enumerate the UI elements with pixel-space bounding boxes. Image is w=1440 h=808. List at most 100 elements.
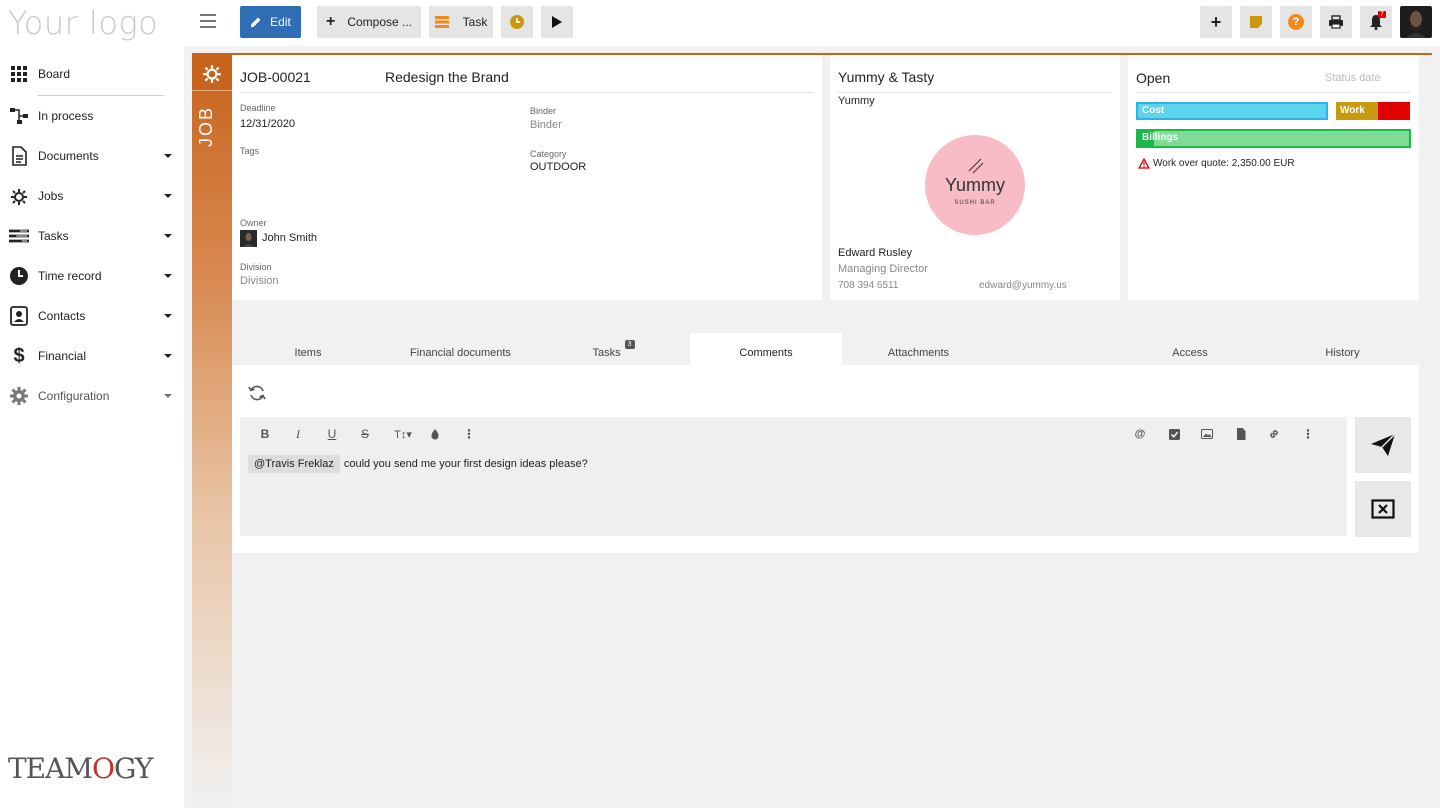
contact-name[interactable]: Edward Rusley — [838, 247, 912, 259]
comment-text-area[interactable]: @Travis Freklaz could you send me your f… — [248, 455, 588, 473]
print-button[interactable] — [1320, 6, 1352, 38]
sidebar-item-jobs[interactable]: Jobs — [0, 178, 184, 214]
tab-items[interactable]: Items — [232, 333, 384, 365]
tab-financial-documents[interactable]: Financial documents — [384, 333, 537, 365]
sidebar-item-tasks[interactable]: Tasks — [0, 218, 184, 254]
tasks-icon — [9, 226, 29, 246]
owner-label: Owner — [240, 218, 267, 228]
edit-button[interactable]: Edit — [240, 6, 301, 38]
client-panel: Yummy & Tasty Yummy Yummy SUSHI BAR Edwa… — [830, 55, 1120, 300]
timer-button[interactable] — [501, 6, 533, 38]
sidebar-item-label: Financial — [38, 349, 87, 363]
category-value[interactable]: OUTDOOR — [530, 161, 586, 173]
chevron-down-icon — [164, 394, 172, 398]
sidebar-item-label: In process — [38, 109, 94, 123]
compose-button[interactable]: + Compose ... — [317, 6, 421, 38]
notifications-button[interactable]: 7 — [1360, 6, 1392, 38]
sidebar-item-time-record[interactable]: Time record — [0, 258, 184, 294]
send-icon — [1371, 433, 1396, 456]
dollar-icon: $ — [13, 344, 25, 367]
checkbox-icon[interactable] — [1165, 425, 1183, 443]
divider — [38, 95, 164, 96]
tab-tasks[interactable]: Tasks 3 — [537, 333, 690, 365]
send-button[interactable] — [1355, 417, 1411, 473]
work-bar: Work — [1336, 102, 1410, 120]
jobs-icon — [192, 55, 232, 91]
tab-attachments[interactable]: Attachments — [842, 333, 995, 365]
document-icon — [9, 146, 29, 166]
notes-button[interactable] — [1240, 6, 1272, 38]
link-icon[interactable] — [1265, 425, 1283, 443]
divider — [838, 92, 1112, 93]
chevron-down-icon — [164, 194, 172, 198]
tab-comments[interactable]: Comments — [690, 333, 842, 365]
tasks-count-badge: 3 — [624, 340, 635, 349]
tab-label: History — [1325, 347, 1360, 359]
tab-access[interactable]: Access — [1114, 333, 1266, 365]
client-name[interactable]: Yummy & Tasty — [838, 69, 934, 85]
deadline-value[interactable]: 12/31/2020 — [240, 118, 295, 130]
task-button-label: Task — [462, 15, 488, 29]
italic-icon[interactable]: I — [289, 425, 307, 443]
bold-icon[interactable]: B — [256, 425, 274, 443]
grid-icon — [9, 64, 29, 84]
job-title: Redesign the Brand — [385, 69, 509, 85]
tab-label: Comments — [739, 347, 793, 359]
add-button[interactable]: + — [1200, 6, 1232, 38]
binder-field[interactable]: Binder — [530, 119, 562, 131]
underline-icon[interactable]: U — [323, 425, 341, 443]
chevron-down-icon — [164, 154, 172, 158]
binder-label: Binder — [530, 106, 557, 116]
division-field[interactable]: Division — [240, 275, 279, 287]
user-avatar[interactable] — [1400, 6, 1432, 38]
contact-card-icon — [9, 306, 29, 326]
help-button[interactable]: ? — [1280, 6, 1312, 38]
clock-icon — [9, 266, 29, 286]
more-vertical-icon[interactable]: ⋮ — [460, 425, 478, 443]
app-logo[interactable]: Your logo — [8, 4, 158, 42]
plus-icon: + — [325, 13, 336, 30]
task-button[interactable]: Task — [429, 6, 493, 38]
main-content: JOB JOB-00021 Redesign the Brand Deadlin… — [184, 46, 1440, 808]
mention-chip[interactable]: @Travis Freklaz — [248, 455, 340, 473]
sidebar-item-configuration[interactable]: Configuration — [0, 378, 184, 414]
owner-name[interactable]: John Smith — [262, 232, 317, 244]
color-drop-icon[interactable] — [426, 425, 444, 443]
contact-phone[interactable]: 708 394 6511 — [838, 280, 898, 291]
sidebar-item-financial[interactable]: $ Financial — [0, 338, 184, 374]
refresh-icon[interactable] — [248, 384, 266, 402]
tab-label: Access — [1172, 347, 1208, 359]
mention-icon[interactable]: @ — [1131, 425, 1149, 443]
contact-email[interactable]: edward@yummy.us — [979, 280, 1067, 291]
comment-text: could you send me your first design idea… — [343, 458, 588, 470]
sidebar-item-label: Configuration — [38, 389, 110, 403]
strikethrough-icon[interactable]: S — [356, 425, 374, 443]
tab-label: Attachments — [887, 347, 950, 359]
status-date-field[interactable]: Status date — [1325, 72, 1381, 84]
tasks-icon — [434, 16, 449, 28]
sidebar-item-documents[interactable]: Documents — [0, 138, 184, 174]
more-vertical-icon[interactable]: ⋮ — [1299, 425, 1317, 443]
tab-label: Financial documents — [410, 347, 511, 359]
comments-panel: @Travis Freklaz could you send me your f… — [232, 365, 1419, 553]
sidebar-item-contacts[interactable]: Contacts — [0, 298, 184, 334]
cancel-button[interactable] — [1355, 481, 1411, 537]
tab-history[interactable]: History — [1266, 333, 1419, 365]
sidebar-item-label: Time record — [38, 269, 102, 283]
status-value[interactable]: Open — [1136, 70, 1170, 86]
play-button[interactable] — [541, 6, 573, 38]
sidebar-item-board[interactable]: Board — [0, 56, 184, 92]
status-panel: Open Status date Cost Work Billings Work… — [1128, 55, 1419, 300]
plus-icon: + — [1210, 11, 1222, 32]
sidebar-item-in-process[interactable]: In process — [0, 98, 184, 134]
menu-icon[interactable] — [200, 14, 216, 28]
font-size-icon[interactable]: T↕▾ — [390, 425, 416, 443]
sidebar-item-label: Tasks — [38, 229, 69, 243]
jobs-icon — [9, 186, 29, 206]
flow-icon — [9, 106, 29, 126]
image-icon[interactable] — [1198, 425, 1216, 443]
category-label: Category — [530, 149, 567, 159]
file-icon[interactable] — [1232, 425, 1250, 443]
tab-label: Tasks — [592, 347, 621, 359]
sidebar: Your logo Board In process Documents Job… — [0, 0, 184, 808]
